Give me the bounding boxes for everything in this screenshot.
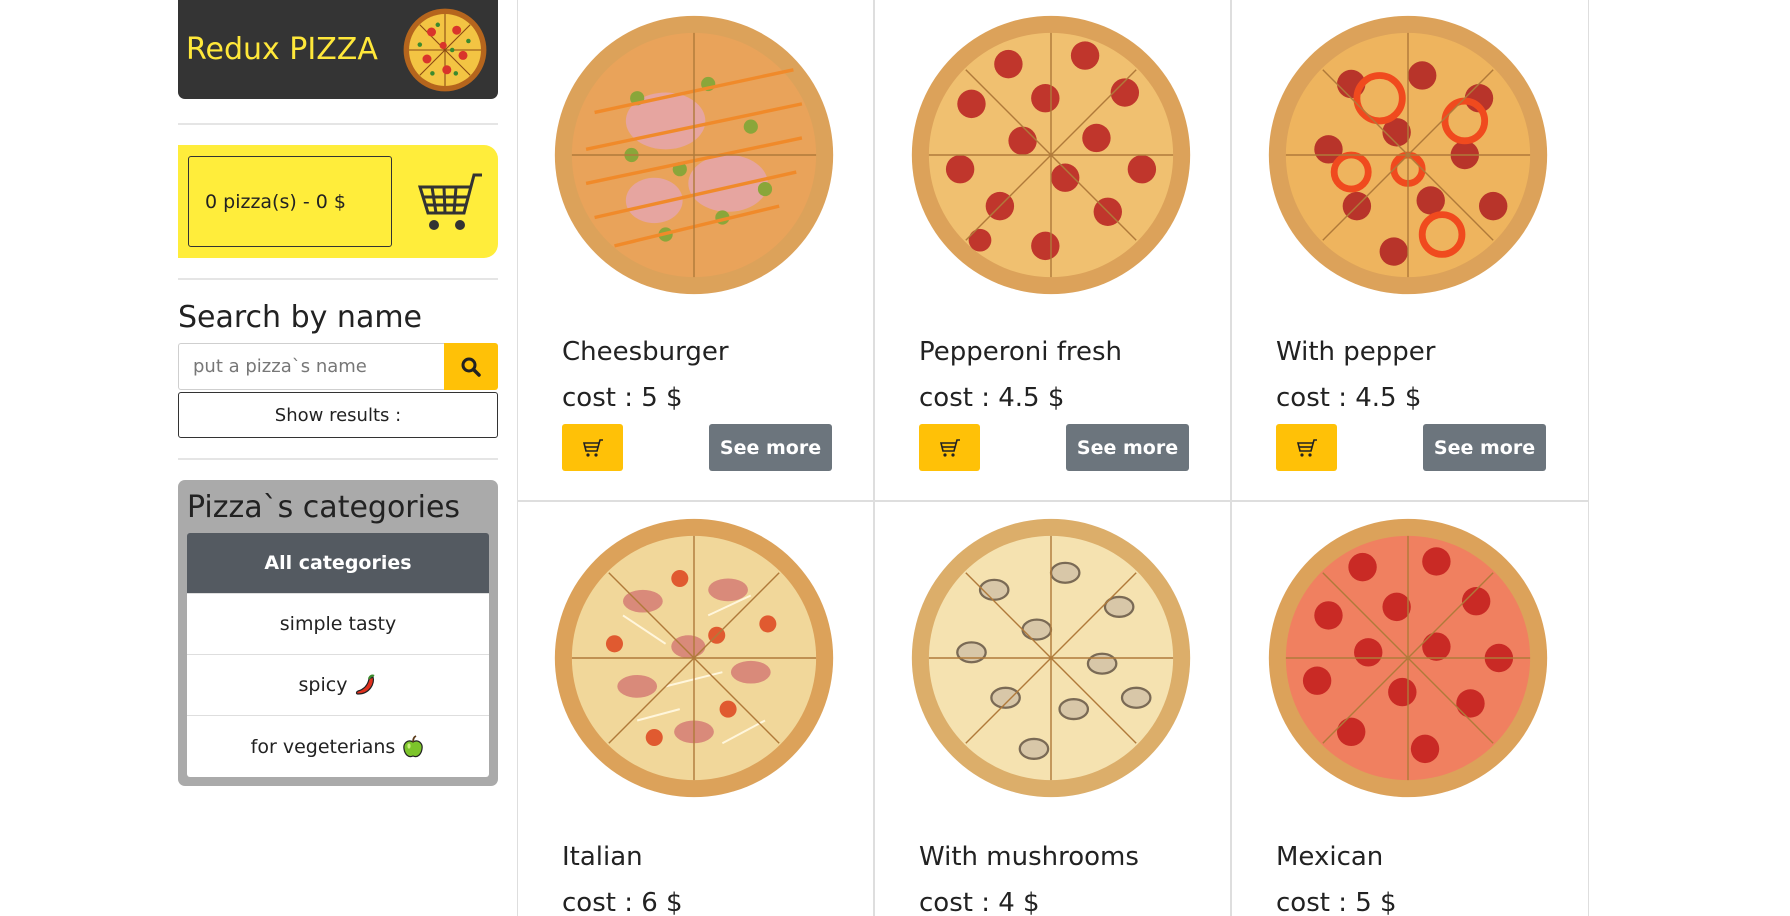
pizza-price: cost : 6 $ [562,888,683,916]
see-more-button[interactable]: See more [1423,424,1546,471]
cart-icon [582,438,603,457]
mushroom-pizza-image[interactable] [909,516,1193,800]
pizza-card: With pepper cost : 4.5 $ See more [1231,0,1589,501]
italian-pizza-image[interactable] [552,516,836,800]
mexican-pizza-image[interactable] [1266,516,1550,800]
divider [178,123,498,125]
logo-title: Redux PIZZA [186,32,378,67]
search-title: Search by name [178,300,423,335]
pizza-price: cost : 4 $ [919,888,1040,916]
pizza-card: Mexican cost : 5 $ [1231,501,1589,916]
pizza-price: cost : 5 $ [1276,888,1397,916]
categories-panel: Pizza`s categories All categories simple… [178,480,498,786]
search-icon [461,357,481,377]
chili-pepper-icon [353,673,377,697]
green-apple-icon [401,734,425,759]
cheeseburger-pizza-image[interactable] [552,13,836,297]
search-input[interactable] [178,343,444,390]
shopping-cart-icon[interactable] [414,169,484,235]
category-spicy[interactable]: spicy [187,655,489,716]
cart-panel[interactable]: 0 pizza(s) - 0 $ [178,145,498,258]
show-results-button[interactable]: Show results : [178,392,498,438]
pizza-price: cost : 4.5 $ [919,383,1065,413]
pizza-card: With mushrooms cost : 4 $ [874,501,1231,916]
category-label: All categories [264,552,412,574]
pizza-price: cost : 4.5 $ [1276,383,1422,413]
see-more-button[interactable]: See more [709,424,832,471]
pizza-card: Cheesburger cost : 5 $ See more [517,0,874,501]
pepperoni-pizza-image[interactable] [909,13,1193,297]
cart-icon [939,438,960,457]
pizza-name: With pepper [1276,337,1436,367]
pizza-name: Mexican [1276,842,1384,872]
category-vegetarian[interactable]: for vegeterians [187,716,489,777]
search-bar [178,343,498,390]
add-to-cart-button[interactable] [1276,424,1337,471]
pizza-card: Pepperoni fresh cost : 4.5 $ See more [874,0,1231,501]
category-label: spicy [298,674,348,696]
search-button[interactable] [444,343,498,390]
pizza-logo-icon [403,8,487,91]
pizza-price: cost : 5 $ [562,383,683,413]
category-simple-tasty[interactable]: simple tasty [187,594,489,655]
divider [178,278,498,280]
category-all[interactable]: All categories [187,533,489,594]
category-label: simple tasty [279,613,397,635]
category-label: for vegeterians [250,735,396,758]
cart-icon [1296,438,1317,457]
pizza-name: Pepperoni fresh [919,337,1123,367]
cart-summary: 0 pizza(s) - 0 $ [188,156,392,247]
pizza-name: Cheesburger [562,337,729,367]
divider [178,458,498,460]
pizza-card: Italian cost : 6 $ [517,501,874,916]
sidebar: Redux PIZZA 0 pizza(s) - 0 $ Search by n… [178,0,498,786]
add-to-cart-button[interactable] [919,424,980,471]
pepper-pizza-image[interactable] [1266,13,1550,297]
see-more-button[interactable]: See more [1066,424,1189,471]
add-to-cart-button[interactable] [562,424,623,471]
categories-title: Pizza`s categories [187,490,461,525]
pizza-name: Italian [562,842,643,872]
pizza-grid: Cheesburger cost : 5 $ See more Pepperon… [517,0,1589,916]
pizza-name: With mushrooms [919,842,1139,872]
logo-header[interactable]: Redux PIZZA [178,0,498,99]
